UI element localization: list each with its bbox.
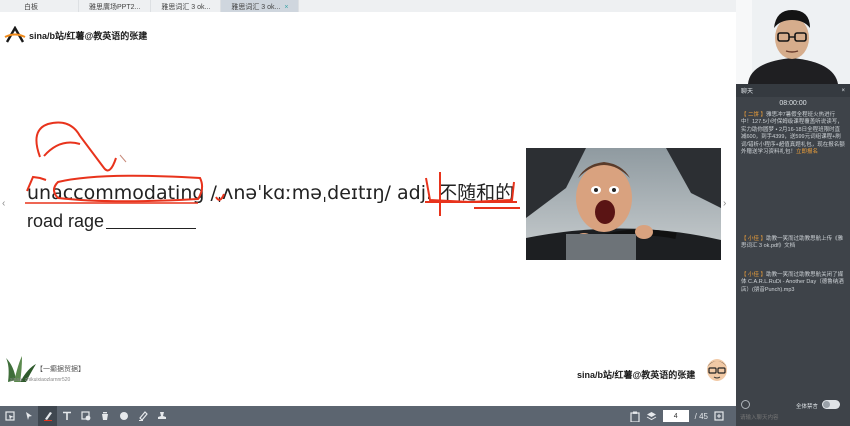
slide-canvas[interactable]: sina/b站/红薯@教英语的张建 ‹ › unaccommodating /ˌ… (0, 12, 736, 406)
tab-label: 雅思词汇 3 ok... (161, 4, 211, 11)
prev-page-icon[interactable]: ‹ (2, 198, 5, 209)
tab-vocab-1[interactable]: 雅思词汇 3 ok... (151, 0, 222, 12)
vocab-entry: unaccommodating /ˌʌnəˈkɑːməˌdeɪtɪŋ/ adj.… (27, 178, 514, 205)
sender-tag: 【 二饼 】 (741, 112, 767, 118)
chat-message: 【 二饼 】雅思冲7暑假全程班火热进行中！127.5小时保姆级课程覆盖听说读写，… (741, 112, 845, 156)
expand-icon[interactable] (714, 411, 724, 421)
brand-header: sina/b站/红薯@教英语的张建 (4, 26, 147, 44)
chat-timestamp: 08:00:00 (779, 100, 807, 107)
whiteboard-toolbar: / 45 (0, 406, 736, 426)
chat-message: 【 小佳 】助教一笑而过助教思航关闭了媒体 C.A.R.L.RuDi - Ano… (741, 272, 845, 294)
teacher-video-frame (736, 0, 850, 84)
clipboard-icon[interactable] (630, 411, 640, 422)
chat-footer: 全体禁言 (736, 396, 850, 426)
chat-input[interactable] (740, 412, 846, 423)
chat-panel: 聊天 × 08:00:00 【 二饼 】雅思冲7暑假全程班火热进行中！127.5… (736, 84, 850, 426)
chat-title: 聊天 (741, 89, 754, 95)
teacher-video (736, 0, 850, 84)
road-rage-photo (526, 148, 721, 260)
layers-icon[interactable] (646, 411, 657, 421)
signup-link[interactable]: 立即报名 (796, 149, 818, 155)
phrase-text: road rage (27, 211, 105, 231)
pointer-icon[interactable] (19, 406, 38, 426)
mute-all-toggle[interactable] (822, 400, 840, 409)
teacher-cartoon-avatar (707, 359, 727, 381)
page-number-input[interactable] (662, 410, 689, 422)
document-tab-bar: 白板 雅思廣场PPT2... 雅思词汇 3 ok... 雅思词汇 3 ok...… (0, 0, 736, 12)
close-icon[interactable]: × (284, 4, 288, 11)
corner-caption: 【一癫据贸据】 (36, 366, 85, 373)
delete-icon[interactable] (95, 406, 114, 426)
sender-tag: 【 小佳 】 (741, 236, 767, 242)
page-controls: / 45 (630, 406, 724, 426)
tab-ppt[interactable]: 雅思廣场PPT2... (79, 0, 152, 12)
chinese-meaning: 不随和的 (438, 182, 515, 204)
chat-message: 【 小佳 】助教一笑而过助教思航上传《雅思词汇 3 ok.pdf》文档 (741, 236, 845, 251)
emoji-icon[interactable] (741, 400, 750, 409)
chat-header: 聊天 × (736, 84, 850, 97)
mute-all-label: 全体禁言 (796, 404, 819, 410)
vocab-word: unaccommodating (27, 182, 205, 204)
tab-label: 雅思词汇 3 ok... (231, 4, 281, 11)
sender-tag: 【 小佳 】 (741, 272, 767, 278)
close-icon[interactable]: × (841, 88, 845, 94)
tab-label: 白板 (24, 4, 38, 11)
brand-text: sina/b站/红薯@教英语的张建 (29, 30, 148, 41)
palette-icon[interactable] (114, 406, 133, 426)
fill-blank (106, 213, 197, 229)
highlighter-icon[interactable] (133, 406, 152, 426)
phrase-line: road rage (27, 211, 197, 232)
stamp-icon[interactable] (152, 406, 171, 426)
brand-logo-icon (4, 26, 26, 43)
erase-object-icon[interactable] (76, 406, 95, 426)
next-page-icon[interactable]: › (723, 198, 726, 209)
brand-footer: sina/b站/红薯@教英语的张建 (577, 370, 696, 380)
text-icon[interactable] (57, 406, 76, 426)
page-total: / 45 (694, 411, 708, 421)
tab-label: 雅思廣场PPT2... (89, 4, 141, 11)
tab-vocab-2[interactable]: 雅思词汇 3 ok... × (221, 0, 300, 12)
message-text: 雅思冲7暑假全程班火热进行中！127.5小时保姆级课程覆盖听说读写，实力助你圆梦… (741, 112, 845, 156)
select-icon[interactable] (0, 406, 19, 426)
app-window: 白板 雅思廣场PPT2... 雅思词汇 3 ok... 雅思词汇 3 ok...… (0, 0, 850, 426)
pen-icon[interactable] (38, 406, 57, 426)
tab-whiteboard[interactable]: 白板 (0, 0, 79, 12)
part-of-speech: adj. (397, 182, 433, 204)
corner-watermark: sinaa: zhikuixiaozlarnnr520 (10, 377, 71, 383)
phonetic: /ˌʌnəˈkɑːməˌdeɪtɪŋ/ (210, 182, 391, 204)
